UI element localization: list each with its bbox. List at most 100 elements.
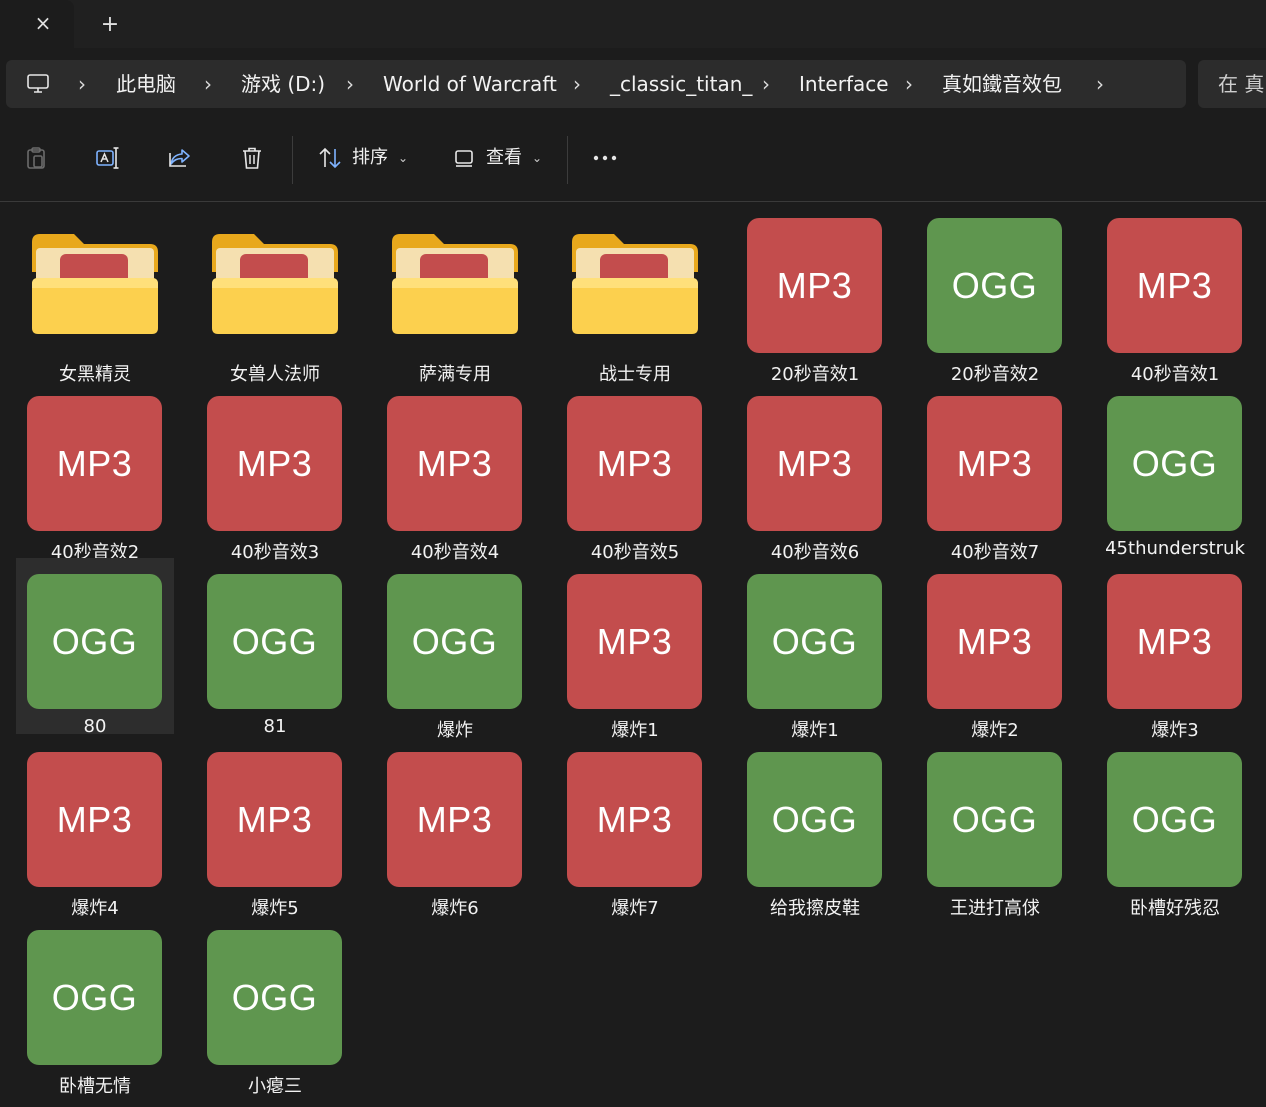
breadcrumb-chevron-icon[interactable]: › bbox=[74, 60, 90, 108]
mp3-file-icon: MP3 bbox=[1107, 218, 1242, 353]
file-item[interactable]: MP3 40秒音效5 bbox=[556, 380, 714, 563]
command-bar: 排序 ⌄ 查看 ⌄ bbox=[0, 118, 1266, 202]
mp3-file-icon: MP3 bbox=[747, 396, 882, 531]
ogg-file-icon: OGG bbox=[1107, 752, 1242, 887]
file-item[interactable]: MP3 爆炸4 bbox=[16, 736, 174, 919]
view-chevron-down-icon[interactable]: ⌄ bbox=[532, 144, 542, 172]
folder-item[interactable]: MP3女黑精灵 bbox=[16, 202, 174, 385]
mp3-file-icon: MP3 bbox=[1107, 574, 1242, 709]
ogg-file-icon: OGG bbox=[927, 752, 1062, 887]
paste-button[interactable] bbox=[22, 144, 50, 172]
mp3-file-icon: MP3 bbox=[927, 396, 1062, 531]
file-item[interactable]: OGG 81 bbox=[196, 558, 354, 737]
ogg-file-icon: OGG bbox=[747, 752, 882, 887]
file-item[interactable]: OGG 20秒音效2 bbox=[916, 202, 1074, 385]
file-item[interactable]: MP3 20秒音效1 bbox=[736, 202, 894, 385]
folder-item[interactable]: MP3女兽人法师 bbox=[196, 202, 354, 385]
view-button[interactable] bbox=[450, 144, 478, 172]
item-label: 80 bbox=[83, 716, 107, 737]
file-item[interactable]: MP3 40秒音效1 bbox=[1096, 202, 1254, 385]
share-icon bbox=[169, 149, 190, 167]
item-label: 卧槽好残忍 bbox=[1130, 898, 1220, 919]
mp3-file-icon: MP3 bbox=[387, 752, 522, 887]
file-item[interactable]: OGG 小瘪三 bbox=[196, 914, 354, 1097]
mp3-file-icon: MP3 bbox=[567, 574, 702, 709]
ogg-file-icon: OGG bbox=[27, 574, 162, 709]
breadcrumb-world-of-warcraft[interactable]: World of Warcraft bbox=[383, 60, 557, 108]
breadcrumb-chevron-icon[interactable]: › bbox=[200, 60, 216, 108]
file-item[interactable]: MP3 40秒音效7 bbox=[916, 380, 1074, 563]
file-item[interactable]: OGG 给我擦皮鞋 bbox=[736, 736, 894, 919]
file-item[interactable]: MP3 爆炸6 bbox=[376, 736, 534, 919]
delete-icon bbox=[243, 147, 261, 169]
item-label: 81 bbox=[263, 716, 287, 737]
mp3-file-icon: MP3 bbox=[387, 396, 522, 531]
sort-icon bbox=[319, 147, 341, 169]
file-item[interactable]: OGG 卧槽好残忍 bbox=[1096, 736, 1254, 919]
file-item[interactable]: OGG 爆炸 bbox=[376, 558, 534, 741]
file-item[interactable]: MP3 爆炸7 bbox=[556, 736, 714, 919]
breadcrumb-chevron-icon[interactable]: › bbox=[758, 60, 774, 108]
item-label: 卧槽无情 bbox=[59, 1076, 131, 1097]
more-options-button[interactable] bbox=[590, 144, 620, 172]
sort-button[interactable] bbox=[316, 144, 344, 172]
search-box[interactable]: 在 真 bbox=[1198, 60, 1266, 108]
view-icon bbox=[455, 150, 473, 167]
address-bar[interactable]: › 此电脑 › 游戏 (D:) › World of Warcraft › _c… bbox=[6, 60, 1186, 108]
item-label: 王进打高俅 bbox=[950, 898, 1040, 919]
mp3-file-icon: MP3 bbox=[27, 752, 162, 887]
file-item[interactable]: OGG 爆炸1 bbox=[736, 558, 894, 741]
file-item[interactable]: MP3 爆炸5 bbox=[196, 736, 354, 919]
file-item[interactable]: MP3 40秒音效2 bbox=[16, 380, 174, 563]
tab-bar: × + bbox=[0, 0, 1266, 48]
file-item[interactable]: MP3 40秒音效6 bbox=[736, 380, 894, 563]
breadcrumb-chevron-icon[interactable]: › bbox=[569, 60, 585, 108]
file-item[interactable]: MP3 爆炸3 bbox=[1096, 558, 1254, 741]
file-item[interactable]: OGG 王进打高俅 bbox=[916, 736, 1074, 919]
breadcrumb-this-pc[interactable]: 此电脑 bbox=[116, 60, 176, 108]
active-tab[interactable]: × bbox=[0, 0, 74, 48]
file-item[interactable]: MP3 40秒音效3 bbox=[196, 380, 354, 563]
navigation-row: › 此电脑 › 游戏 (D:) › World of Warcraft › _c… bbox=[0, 48, 1266, 118]
folder-item[interactable]: MP3战士专用 bbox=[556, 202, 714, 385]
close-tab-icon[interactable]: × bbox=[32, 11, 54, 35]
paste-icon bbox=[27, 147, 45, 169]
rename-button[interactable] bbox=[94, 144, 122, 172]
mp3-file-icon: MP3 bbox=[567, 396, 702, 531]
mp3-file-icon: MP3 bbox=[567, 752, 702, 887]
file-item[interactable]: OGG 45thunderstruk bbox=[1096, 380, 1254, 559]
ogg-file-icon: OGG bbox=[207, 930, 342, 1065]
mp3-file-icon: MP3 bbox=[207, 396, 342, 531]
ogg-file-icon: OGG bbox=[1107, 396, 1242, 531]
computer-icon[interactable] bbox=[26, 72, 50, 96]
item-label: 小瘪三 bbox=[248, 1076, 302, 1097]
toolbar-divider bbox=[567, 136, 568, 184]
breadcrumb-classic-titan[interactable]: _classic_titan_ bbox=[610, 60, 752, 108]
item-label: 爆炸7 bbox=[611, 898, 659, 919]
file-item[interactable]: MP3 爆炸1 bbox=[556, 558, 714, 741]
sort-label[interactable]: 排序 bbox=[352, 144, 388, 172]
ogg-file-icon: OGG bbox=[27, 930, 162, 1065]
mp3-file-icon: MP3 bbox=[747, 218, 882, 353]
more-icon bbox=[593, 155, 617, 161]
file-item[interactable]: OGG 80 bbox=[16, 558, 174, 737]
breadcrumb-interface[interactable]: Interface bbox=[799, 60, 889, 108]
breadcrumb-drive-d[interactable]: 游戏 (D:) bbox=[241, 60, 325, 108]
folder-icon: MP3 bbox=[32, 234, 158, 334]
file-item[interactable]: OGG 卧槽无情 bbox=[16, 914, 174, 1097]
breadcrumb-chevron-icon[interactable]: › bbox=[901, 60, 917, 108]
toolbar-divider bbox=[292, 136, 293, 184]
share-button[interactable] bbox=[166, 144, 194, 172]
item-label: 45thunderstruk bbox=[1105, 538, 1245, 559]
breadcrumb-chevron-icon[interactable]: › bbox=[1092, 60, 1108, 108]
file-item[interactable]: MP3 爆炸2 bbox=[916, 558, 1074, 741]
breadcrumb-current-folder[interactable]: 真如鐵音效包 bbox=[942, 60, 1062, 108]
folder-icon: MP3 bbox=[212, 234, 338, 334]
new-tab-icon[interactable]: + bbox=[98, 12, 122, 37]
delete-button[interactable] bbox=[238, 144, 266, 172]
file-item[interactable]: MP3 40秒音效4 bbox=[376, 380, 534, 563]
folder-item[interactable]: MP3萨满专用 bbox=[376, 202, 534, 385]
sort-chevron-down-icon[interactable]: ⌄ bbox=[398, 144, 408, 172]
view-label[interactable]: 查看 bbox=[486, 144, 522, 172]
breadcrumb-chevron-icon[interactable]: › bbox=[342, 60, 358, 108]
